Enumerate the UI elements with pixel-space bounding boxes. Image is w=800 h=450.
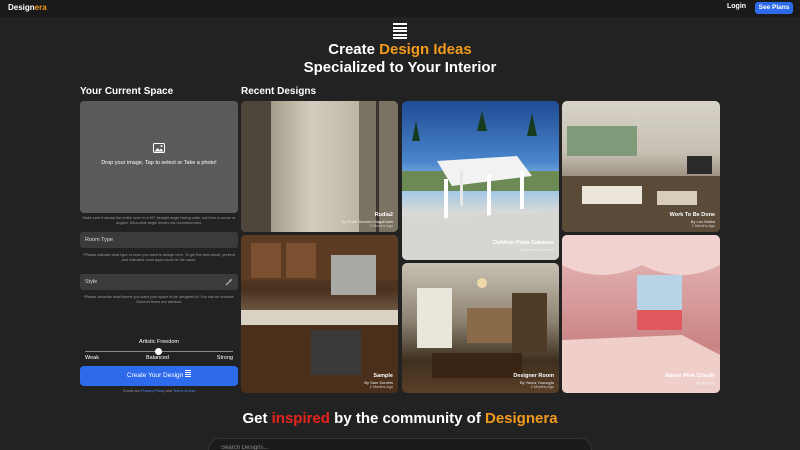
recent-designs-heading: Recent Designs [241,86,317,97]
community-heading: Get inspired by the community of Designe… [0,410,800,427]
design-card[interactable]: Work To Be Done By Leo Mallot 2 Months A… [562,101,720,232]
card-caption: Above Pink Clouds By thenery 2 Months Ag… [665,373,715,390]
designera-logo[interactable]: Designera [8,3,47,12]
image-icon [153,143,165,153]
style-input[interactable]: Style [80,274,238,290]
card-date: 2 Months Ago [530,385,554,389]
hero-subtitle: Specialized to Your Interior [303,59,497,76]
design-card[interactable]: Designer Room By Yavuz Yusuoglu 2 Months… [402,263,559,393]
room-type-select[interactable]: Room Type [80,232,238,248]
create-design-button[interactable]: Create Your Design [80,366,238,386]
terms-prefix: Check our [122,389,141,393]
terms-and: and [164,389,174,393]
upload-instructions: Drop your image, Tap to select or Take a… [101,160,217,166]
current-space-heading: Your Current Space [80,86,174,97]
see-plans-button[interactable]: See Plans [755,2,793,14]
card-date: 2 Months Ago [369,224,393,228]
create-design-label: Create Your Design [126,372,184,379]
slider-label-strong: Strong [216,355,233,361]
search-designs-input[interactable] [221,443,521,450]
card-date: 2 Months Ago [369,385,393,389]
hero-title: Create Design Ideas Specialized to Your … [0,41,800,77]
card-caption: Outdoor Patio Cabanas By Zeren Markovic … [493,240,554,257]
design-card[interactable]: Sample By Sam Sorrells 2 Months Ago [241,235,398,393]
slider-label-balanced: Balanced [146,355,169,361]
image-upload-dropzone[interactable]: Drop your image, Tap to select or Take a… [80,101,238,213]
card-title: Rudia2 [374,212,393,218]
slider-thumb[interactable] [155,348,162,355]
design-card[interactable]: Rudia2 By Rudd Tavares Magalhaes 2 Month… [241,101,398,232]
design-thumbnail [562,235,720,393]
hero-title-highlight: Design Ideas [379,41,472,58]
card-title: Designer Room [513,373,554,379]
design-thumbnail [241,235,398,393]
privacy-policy-link[interactable]: Privacy Policy [141,389,165,393]
logo-text-accent: era [34,3,47,12]
card-caption: Sample By Sam Sorrells 2 Months Ago [364,373,393,390]
style-label: Style [85,279,98,285]
room-type-hint: *Please indicate what type of room you w… [83,253,235,262]
top-nav-bar: Designera Login See Plans [0,0,800,17]
hero-title-text: Create [328,41,380,58]
community-heading-part1: Get [242,410,272,427]
card-title: Outdoor Patio Cabanas [492,240,554,246]
card-title: Work To Be Done [669,212,715,218]
designera-stack-icon [393,23,407,41]
upload-hint: Make sure it shows the entire room in a … [82,216,236,225]
card-caption: Rudia2 By Rudd Tavares Magalhaes 2 Month… [342,212,393,229]
community-heading-part2: by the community of [329,410,485,427]
community-heading-highlight2: Designera [485,410,558,427]
design-card[interactable]: Above Pink Clouds By thenery 2 Months Ag… [562,235,720,393]
search-designs-bar[interactable] [208,438,592,450]
artistic-freedom-label: Artistic Freedom [138,339,180,345]
login-link[interactable]: Login [727,3,746,10]
card-date: 2 Months Ago [691,385,715,389]
terms-of-use-link[interactable]: Terms of Use [173,389,195,393]
card-title: Above Pink Clouds [664,373,715,379]
card-title: Sample [373,373,393,379]
card-caption: Designer Room By Yavuz Yusuoglu 2 Months… [513,373,554,390]
card-date: 2 Months Ago [530,252,554,256]
magic-wand-icon[interactable] [225,278,233,286]
slider-label-weak: Weak [85,355,99,361]
card-caption: Work To Be Done By Leo Mallot 2 Months A… [670,212,715,229]
style-hint: *Please describe what theme you want you… [83,295,235,304]
design-thumbnail [402,111,559,260]
design-card[interactable]: Outdoor Patio Cabanas By Zeren Markovic … [402,101,559,260]
designera-stack-icon [185,370,192,377]
logo-text-main: Design [8,3,35,12]
terms-notice: Check our Privacy Policy and Terms of Us… [80,389,238,393]
room-type-label: Room Type [85,237,114,243]
community-heading-highlight1: inspired [271,410,330,427]
card-date: 2 Months Ago [691,224,715,228]
